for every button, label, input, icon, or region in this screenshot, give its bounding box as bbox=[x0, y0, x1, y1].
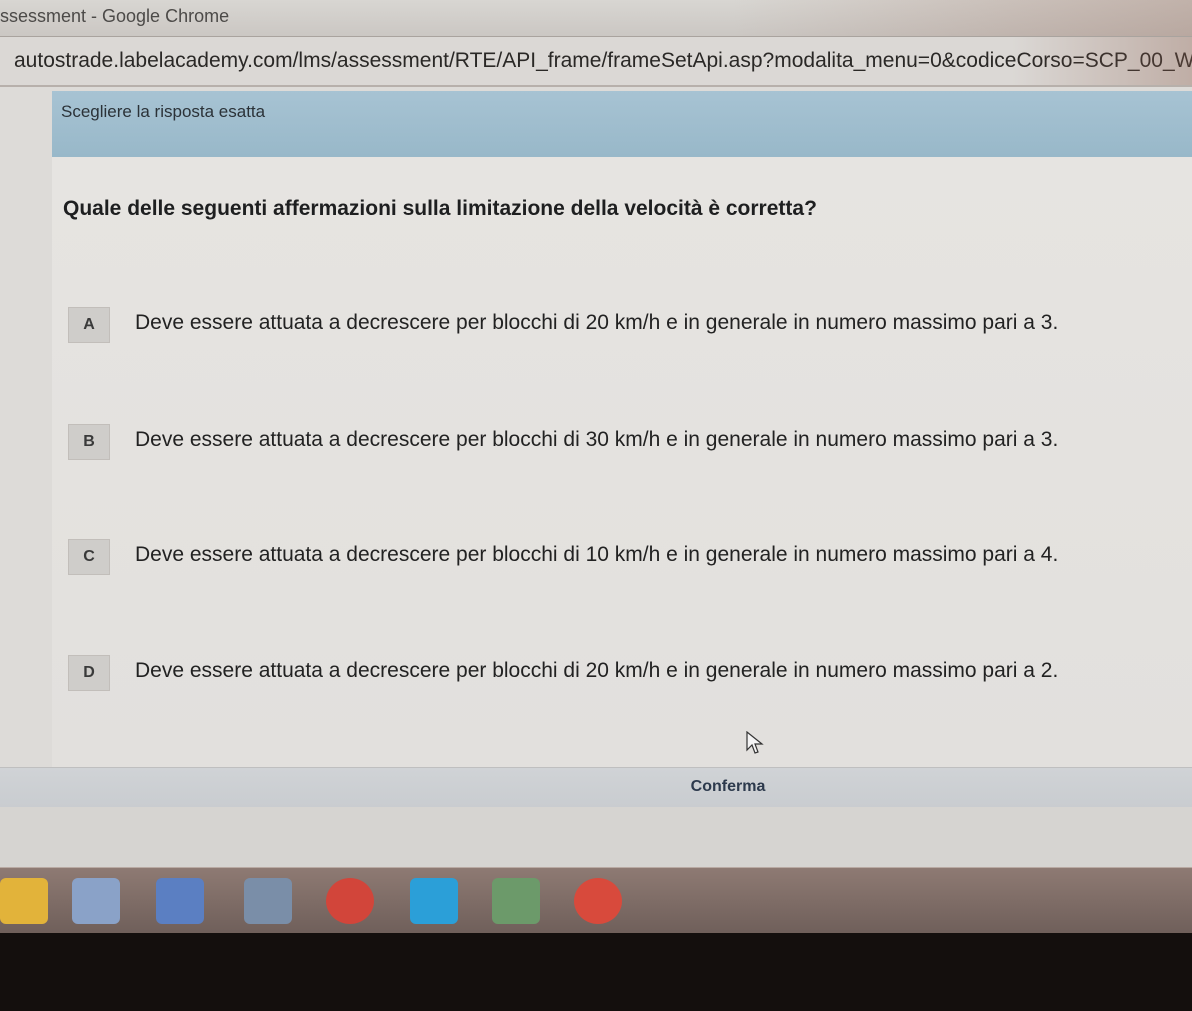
window-title-bar[interactable]: ssessment - Google Chrome bbox=[0, 0, 1192, 37]
confirm-button[interactable]: Conferma bbox=[668, 774, 788, 800]
answer-option-d[interactable]: D Deve essere attuata a decrescere per b… bbox=[68, 653, 1168, 693]
answer-option-b[interactable]: B Deve essere attuata a decrescere per b… bbox=[68, 422, 1168, 462]
address-bar[interactable]: autostrade.labelacademy.com/lms/assessme… bbox=[0, 37, 1192, 87]
explorer-icon[interactable] bbox=[0, 878, 48, 924]
page-footer bbox=[0, 807, 1192, 869]
instruction-bar: Scegliere la risposta esatta bbox=[52, 91, 1192, 157]
answer-text[interactable]: Deve essere attuata a decrescere per blo… bbox=[135, 659, 1058, 683]
media-player-icon[interactable] bbox=[156, 878, 204, 924]
chrome-icon[interactable] bbox=[326, 878, 374, 924]
answer-letter[interactable]: C bbox=[68, 539, 110, 575]
page-content: Scegliere la risposta esatta Quale delle… bbox=[0, 87, 1192, 869]
answer-text[interactable]: Deve essere attuata a decrescere per blo… bbox=[135, 543, 1058, 567]
taskbar bbox=[0, 867, 1192, 934]
title-bar-shade bbox=[732, 0, 1192, 36]
monitor-bezel bbox=[0, 933, 1192, 1011]
snipping-tool-icon[interactable] bbox=[72, 878, 120, 924]
screen: ssessment - Google Chrome autostrade.lab… bbox=[0, 0, 1192, 1011]
answer-text[interactable]: Deve essere attuata a decrescere per blo… bbox=[135, 428, 1058, 452]
confirm-bar: Conferma bbox=[0, 767, 1192, 808]
instruction-text: Scegliere la risposta esatta bbox=[61, 102, 266, 121]
chrome-profile-icon[interactable] bbox=[574, 878, 622, 924]
answer-letter[interactable]: D bbox=[68, 655, 110, 691]
paint-icon[interactable] bbox=[244, 878, 292, 924]
mouse-cursor-icon bbox=[746, 730, 764, 760]
answer-option-a[interactable]: A Deve essere attuata a decrescere per b… bbox=[68, 305, 1168, 345]
address-bar-shade bbox=[1012, 37, 1192, 85]
answer-letter[interactable]: B bbox=[68, 424, 110, 460]
answer-option-c[interactable]: C Deve essere attuata a decrescere per b… bbox=[68, 537, 1168, 577]
question-text: Quale delle seguenti affermazioni sulla … bbox=[63, 197, 817, 220]
window-title: ssessment - Google Chrome bbox=[0, 6, 230, 26]
question-panel: Quale delle seguenti affermazioni sulla … bbox=[52, 157, 1192, 767]
answer-text[interactable]: Deve essere attuata a decrescere per blo… bbox=[135, 311, 1058, 335]
skype-icon[interactable] bbox=[410, 878, 458, 924]
answer-letter[interactable]: A bbox=[68, 307, 110, 343]
people-icon[interactable] bbox=[492, 878, 540, 924]
